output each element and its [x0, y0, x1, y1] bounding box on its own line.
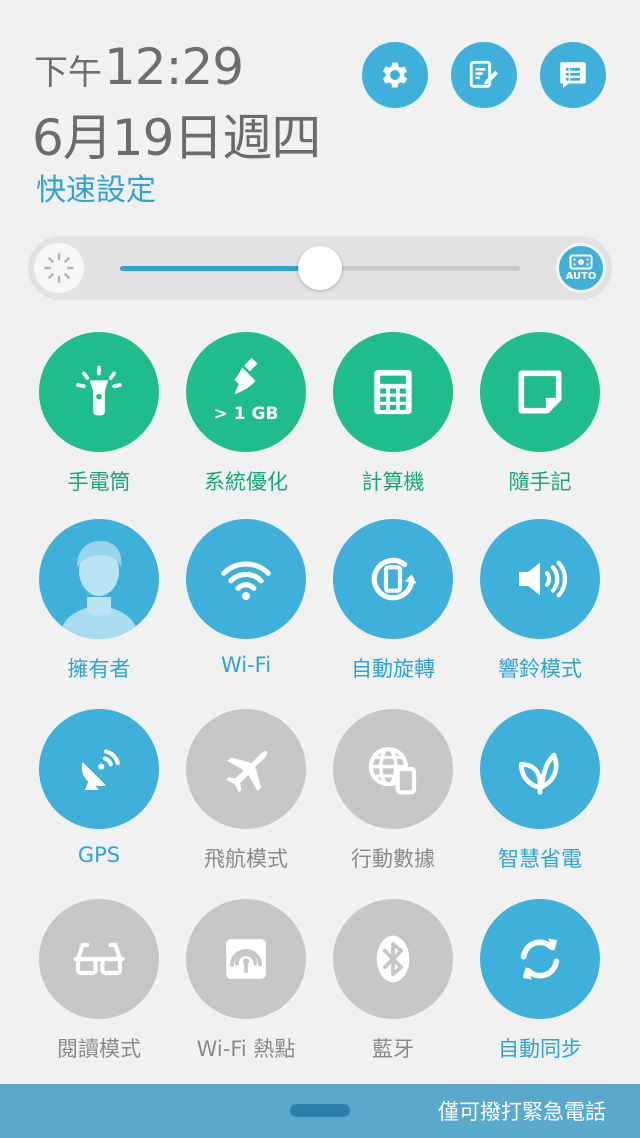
- tile-wifi-hotspot[interactable]: Wi-Fi 熱點: [173, 899, 319, 1063]
- tile-airplane-mode[interactable]: 飛航模式: [173, 709, 319, 873]
- tile-wifi-circle[interactable]: [186, 519, 306, 639]
- clock: 下午 12:29: [34, 38, 244, 96]
- tile-flashlight[interactable]: 手電筒: [26, 332, 172, 496]
- edit-note-icon: [469, 60, 499, 88]
- notifications-button[interactable]: [540, 42, 606, 108]
- tile-flashlight-label: 手電筒: [67, 470, 131, 494]
- tile-owner[interactable]: 擁有者: [26, 519, 172, 683]
- tile-auto-rotate[interactable]: 自動旋轉: [320, 519, 466, 683]
- tile-power-saver[interactable]: 智慧省電: [467, 709, 613, 873]
- tile-gps[interactable]: GPS: [26, 709, 172, 867]
- tile-calculator[interactable]: 計算機: [320, 332, 466, 496]
- drag-handle[interactable]: [290, 1104, 350, 1117]
- tile-auto-rotate-circle[interactable]: [333, 519, 453, 639]
- brightness-slider-fill: [120, 266, 320, 271]
- emergency-calls-text: 僅可撥打緊急電話: [438, 1100, 606, 1124]
- tile-optimize-circle[interactable]: > 1 GB: [186, 332, 306, 452]
- tile-flashlight-circle[interactable]: [39, 332, 159, 452]
- settings-button[interactable]: [362, 42, 428, 108]
- edit-button[interactable]: [451, 42, 517, 108]
- tile-auto-rotate-label: 自動旋轉: [351, 657, 435, 681]
- bluetooth-icon: [376, 935, 410, 983]
- tile-owner-label: 擁有者: [67, 657, 131, 681]
- note-icon: [518, 370, 562, 414]
- tile-auto-sync-label: 自動同步: [498, 1037, 582, 1061]
- brightness-control: AUTO: [28, 236, 612, 300]
- tile-optimize[interactable]: > 1 GB 系統優化: [173, 332, 319, 496]
- tile-gps-label: GPS: [77, 843, 121, 867]
- tile-airplane-mode-label: 飛航模式: [204, 847, 288, 871]
- tile-gps-circle[interactable]: [39, 709, 159, 829]
- tile-optimize-label: 系統優化: [204, 470, 288, 494]
- tile-mobile-data-label: 行動數據: [351, 847, 435, 871]
- tile-bluetooth-label: 藍牙: [372, 1037, 414, 1061]
- date-text: 6月19日週四: [32, 109, 321, 167]
- status-header: 下午 12:29 6月19日週四 快速設定: [0, 0, 640, 220]
- tile-bluetooth[interactable]: 藍牙: [320, 899, 466, 1063]
- lockscreen-bottom-bar: 僅可撥打緊急電話: [0, 1084, 640, 1138]
- speaker-icon: [519, 560, 567, 598]
- glasses-icon: [73, 942, 125, 976]
- tile-reading-mode-label: 閱讀模式: [57, 1037, 141, 1061]
- brightness-slider[interactable]: [120, 246, 520, 290]
- tile-auto-sync-circle[interactable]: [480, 899, 600, 1019]
- brightness-icon-button[interactable]: [34, 243, 84, 293]
- clock-time: 12:29: [104, 38, 244, 96]
- tile-calculator-circle[interactable]: [333, 332, 453, 452]
- tile-wifi[interactable]: Wi-Fi: [173, 519, 319, 677]
- tile-ring-mode[interactable]: 響鈴模式: [467, 519, 613, 683]
- quick-settings-title: 快速設定: [36, 173, 156, 208]
- flashlight-icon: [76, 365, 122, 416]
- brightness-slider-thumb[interactable]: [298, 246, 342, 290]
- tile-owner-circle[interactable]: [39, 519, 159, 639]
- tile-optimize-sublabel: > 1 GB: [213, 404, 279, 424]
- tile-ring-mode-circle[interactable]: [480, 519, 600, 639]
- hotspot-icon: [226, 939, 266, 979]
- tile-mobile-data-circle[interactable]: [333, 709, 453, 829]
- tile-reading-mode[interactable]: 閱讀模式: [26, 899, 172, 1063]
- list-bubble-icon: [560, 62, 586, 88]
- tile-auto-sync[interactable]: 自動同步: [467, 899, 613, 1063]
- tile-wifi-label: Wi-Fi: [220, 653, 272, 677]
- tile-mobile-data[interactable]: 行動數據: [320, 709, 466, 873]
- broom-icon: [234, 357, 258, 395]
- airplane-icon: [226, 751, 268, 793]
- tile-calculator-label: 計算機: [361, 470, 425, 494]
- tile-bluetooth-circle[interactable]: [333, 899, 453, 1019]
- gps-dish-icon: [81, 749, 120, 790]
- sun-icon: [44, 253, 74, 283]
- auto-brightness-icon: [569, 254, 593, 270]
- tile-power-saver-circle[interactable]: [480, 709, 600, 829]
- tile-wifi-hotspot-label: Wi-Fi 熱點: [196, 1037, 296, 1061]
- mobile-data-icon: [368, 747, 417, 795]
- gear-icon: [382, 62, 408, 88]
- sync-icon: [520, 938, 560, 980]
- auto-brightness-button[interactable]: AUTO: [556, 243, 606, 293]
- calculator-icon: [374, 369, 412, 415]
- wifi-icon: [221, 561, 271, 600]
- avatar-icon: [59, 541, 139, 639]
- tile-ring-mode-label: 響鈴模式: [498, 657, 582, 681]
- tile-quick-memo[interactable]: 隨手記: [467, 332, 613, 496]
- auto-brightness-label: AUTO: [565, 271, 597, 282]
- tile-quick-memo-circle[interactable]: [480, 332, 600, 452]
- tile-airplane-mode-circle[interactable]: [186, 709, 306, 829]
- leaf-icon: [519, 752, 559, 795]
- tile-reading-mode-circle[interactable]: [39, 899, 159, 1019]
- clock-ampm: 下午: [34, 53, 102, 93]
- tile-wifi-hotspot-circle[interactable]: [186, 899, 306, 1019]
- tile-power-saver-label: 智慧省電: [498, 847, 582, 871]
- tile-quick-memo-label: 隨手記: [508, 470, 572, 494]
- auto-rotate-icon: [371, 557, 417, 601]
